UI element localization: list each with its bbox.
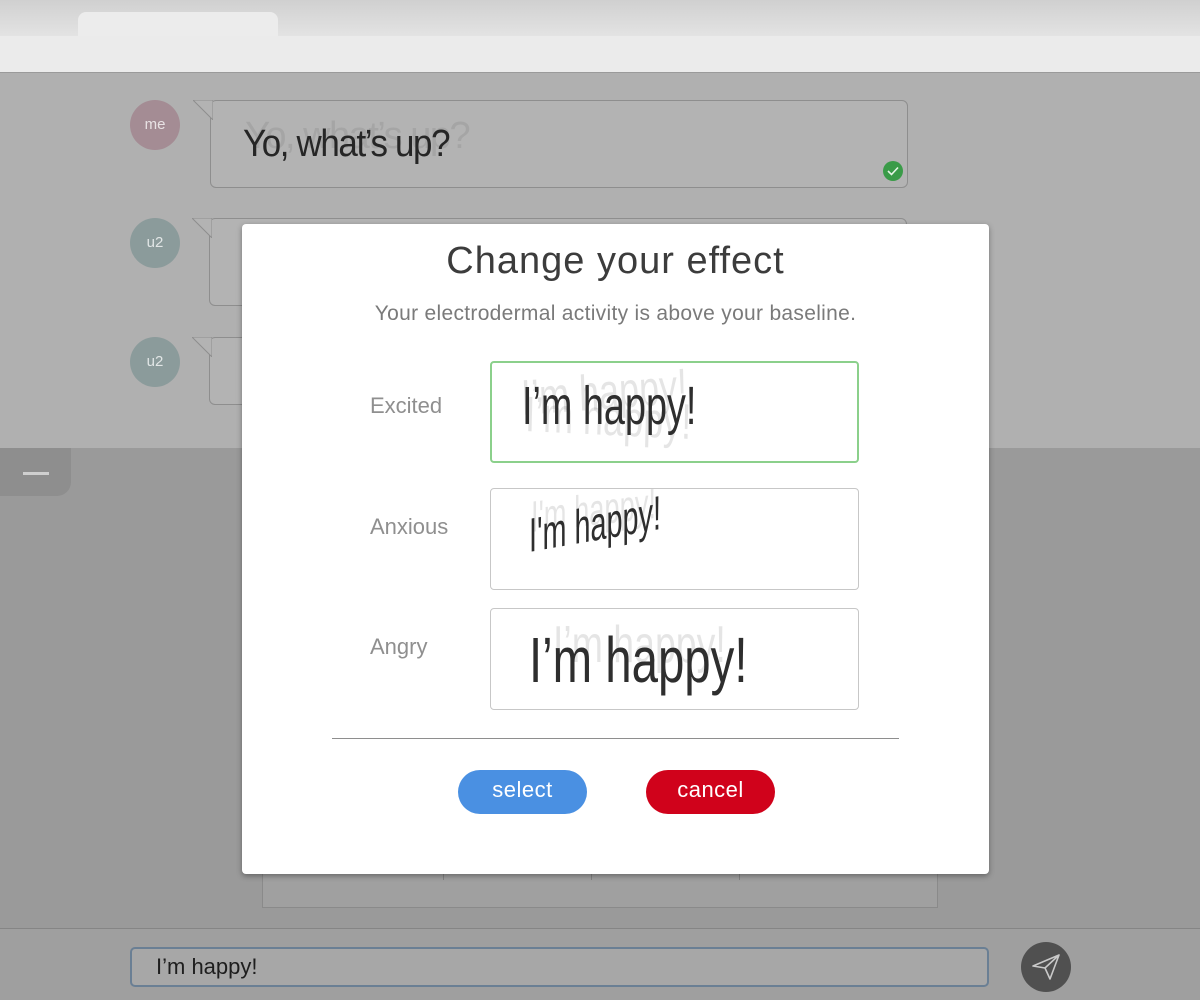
effect-label-anxious: Anxious [370,514,449,539]
avatar-u2: u2 [130,218,180,268]
paper-plane-icon [1032,954,1060,980]
browser-chrome [0,0,1200,72]
change-effect-dialog: Change your effect Your electrodermal ac… [242,224,989,874]
dialog-divider [332,738,899,739]
browser-toolbar [0,36,1200,72]
check-circle-icon [883,161,903,181]
minus-icon [23,472,49,475]
effect-option-anxious[interactable]: I'm happy! I'm happy! [490,488,859,590]
effect-preview-text: I’m happy! [522,376,697,436]
bubble-tail [192,218,212,238]
message-text: Yo, what’s up? [243,123,451,165]
effect-label-angry: Angry [370,634,428,659]
effect-option-angry[interactable]: I’m happy! I’m happy! [490,608,859,710]
dialog-subtitle: Your electrodermal activity is above you… [374,302,857,325]
effects-panel [262,868,938,908]
effect-preview-text: I’m happy! [529,624,748,696]
bubble-tail [193,100,213,120]
browser-tab[interactable] [78,12,278,38]
cancel-button[interactable]: cancel [646,770,775,814]
message-input[interactable]: I’m happy! [130,947,989,987]
select-button[interactable]: select [458,770,587,814]
message-bubble[interactable]: Yo, what’s up? Yo, what’s up? [210,100,908,188]
avatar-me: me [130,100,180,150]
avatar-u2: u2 [130,337,180,387]
collapse-button[interactable] [0,448,71,496]
effect-option-excited[interactable]: I’m happy! I’m happy! I’m happy! [490,361,859,463]
bubble-tail [192,337,212,357]
effect-label-excited: Excited [370,393,443,418]
send-button[interactable] [1021,942,1071,992]
dialog-title: Change your effect [446,240,785,282]
